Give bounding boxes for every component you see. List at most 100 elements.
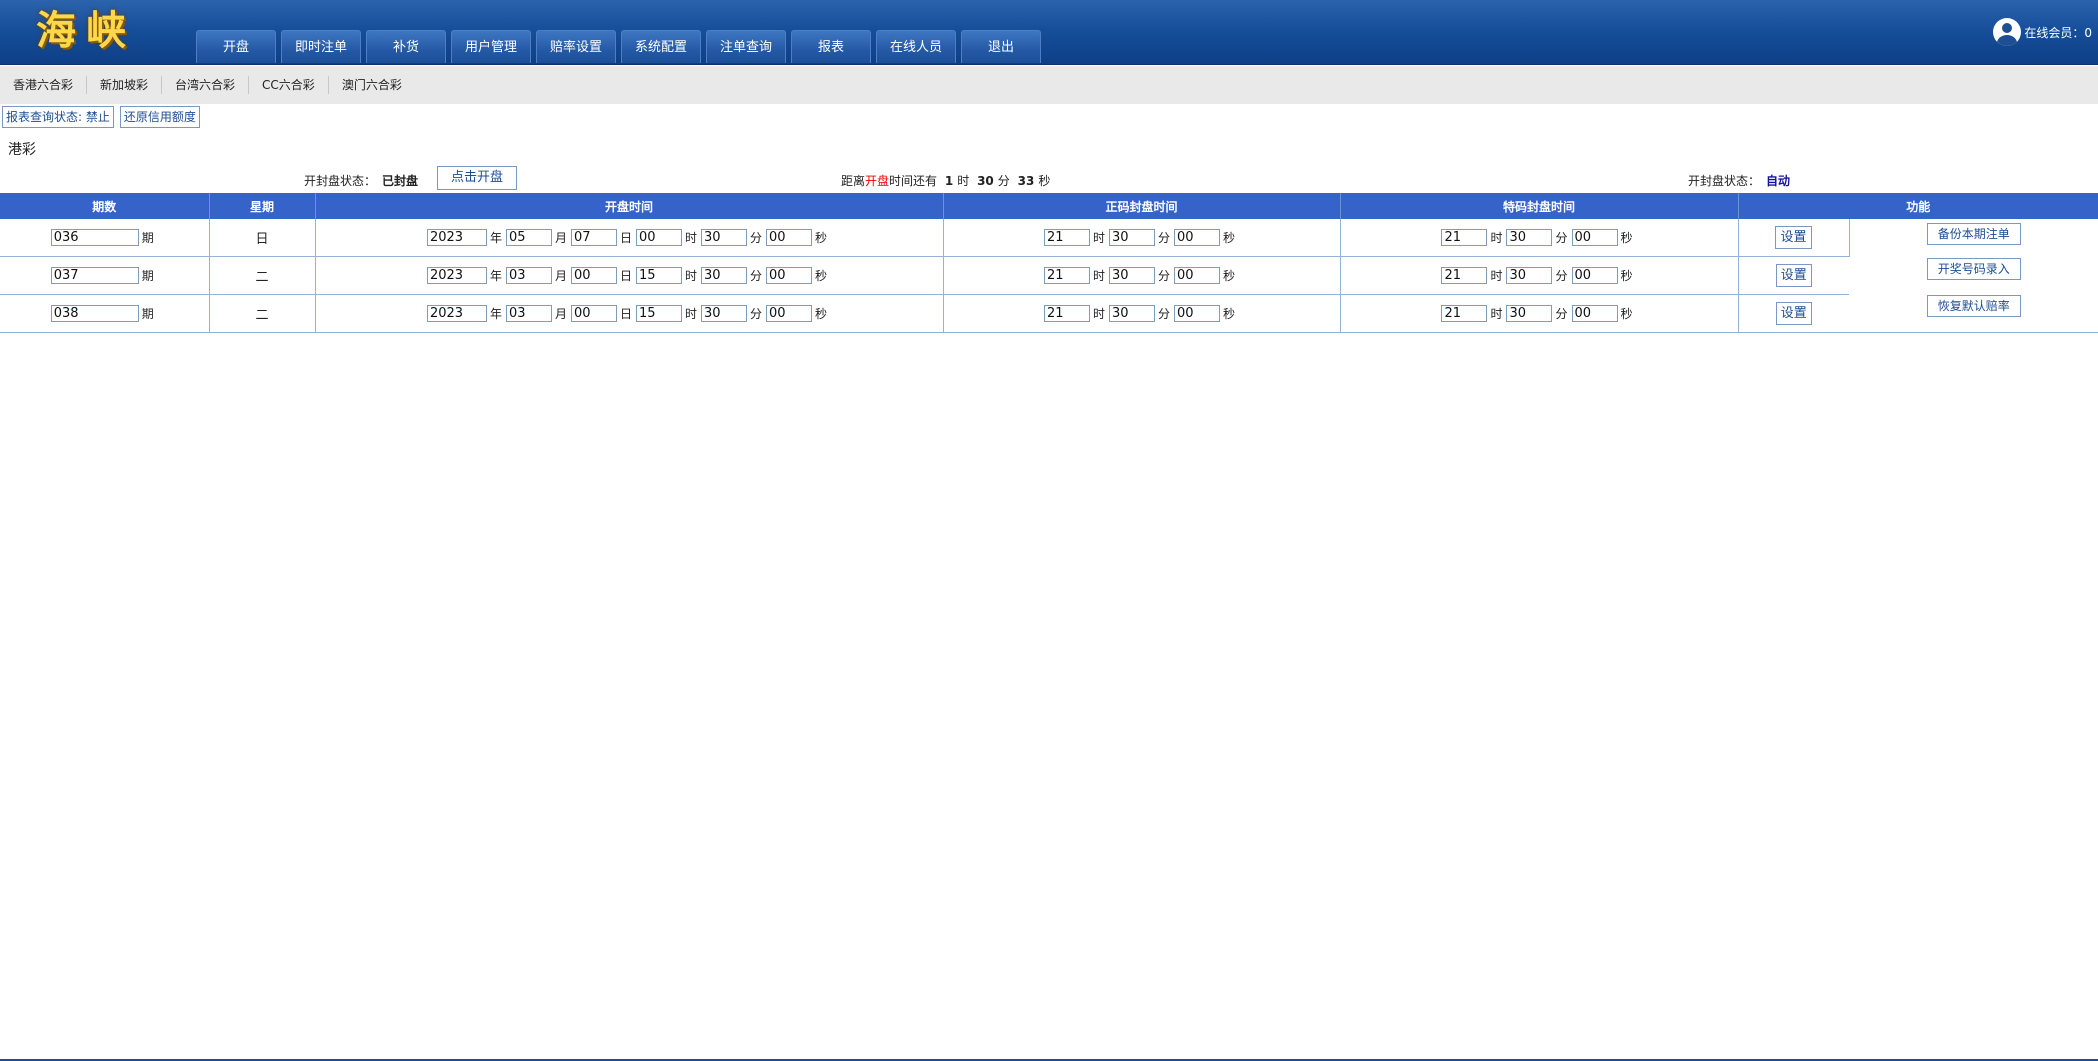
site-logo: 海峡 [36,7,136,54]
nav-logout[interactable]: 退出 [961,30,1041,63]
header-functions: 功能 [1738,193,2098,219]
auto-status: 开封盘状态： 自动 [1688,174,1791,188]
month-input[interactable] [505,305,552,322]
tm-minute-input[interactable] [1506,267,1553,284]
zm-hour-input[interactable] [1043,229,1090,246]
header-tm-close-time: 特码封盘时间 [1340,193,1739,219]
top-header: 海峡 开盘 即时注单 补货 用户管理 赔率设置 系统配置 注单查询 报表 在线人… [0,0,2098,65]
nav-online-users[interactable]: 在线人员 [876,30,956,63]
set-button[interactable]: 设置 [1775,264,1812,287]
nav-live-bets[interactable]: 即时注单 [281,30,361,63]
tm-close-cell: 时分秒 [1340,256,1739,295]
zm-close-cell: 时分秒 [943,294,1341,333]
section-title: 港彩 [8,142,36,158]
year-input[interactable] [426,305,487,322]
nav-system-config[interactable]: 系统配置 [621,30,701,63]
zm-second-input[interactable] [1174,229,1220,246]
table-row: 期 二 年月日时分秒 时分秒 时分秒 设置 [0,256,2098,295]
table-row: 期 日 年月日时分秒 时分秒 时分秒 设置 备份本期注单 开奖号码录入 恢复默认… [0,219,2098,333]
issue-input[interactable] [50,229,139,246]
second-input[interactable] [766,305,813,322]
table-row: 期 二 年月日时分秒 时分秒 时分秒 设置 [0,294,2098,333]
click-open-button[interactable]: 点击开盘 [437,166,517,190]
tm-hour-input[interactable] [1441,229,1488,246]
zm-minute-input[interactable] [1108,267,1155,284]
header-zm-close-time: 正码封盘时间 [943,193,1341,219]
countdown: 距离开盘时间还有 1时 30 分 33 秒 [841,174,1051,188]
nav-replenish[interactable]: 补货 [366,30,446,63]
user-icon [1993,18,2022,46]
lottery-tabs: 香港六合彩 新加坡彩 台湾六合彩 CC六合彩 澳门六合彩 [0,66,2098,104]
tm-hour-input[interactable] [1441,305,1488,322]
weekday-cell: 二 [209,294,316,333]
minute-input[interactable] [701,267,748,284]
restore-credit-button[interactable]: 还原信用额度 [119,106,200,128]
open-status-value: 已封盘 [382,174,419,188]
set-button[interactable]: 设置 [1775,302,1812,325]
month-input[interactable] [505,267,552,284]
tm-minute-input[interactable] [1506,229,1553,246]
tm-second-input[interactable] [1571,229,1618,246]
report-status-button[interactable]: 报表查询状态: 禁止 [2,106,114,128]
tab-macau-mark-six[interactable]: 澳门六合彩 [329,76,415,94]
nav-bet-query[interactable]: 注单查询 [706,30,786,63]
weekday-cell: 二 [209,256,316,295]
tm-second-input[interactable] [1571,305,1618,322]
enter-draw-numbers-button[interactable]: 开奖号码录入 [1926,258,2021,280]
zm-minute-input[interactable] [1108,229,1155,246]
day-input[interactable] [570,229,617,246]
backup-bets-button[interactable]: 备份本期注单 [1926,223,2021,245]
nav-reports[interactable]: 报表 [791,30,871,63]
hour-input[interactable] [636,229,682,246]
minute-input[interactable] [701,305,748,322]
year-input[interactable] [426,229,487,246]
nav-odds-settings[interactable]: 赔率设置 [536,30,616,63]
tm-close-cell: 时分秒 [1340,294,1739,333]
nav-user-management[interactable]: 用户管理 [451,30,531,63]
zm-second-input[interactable] [1174,267,1220,284]
zm-close-cell: 时分秒 [943,256,1341,295]
nav-open[interactable]: 开盘 [196,30,276,63]
tm-close-cell: 时分秒 [1340,219,1739,257]
header-weekday: 星期 [209,193,316,219]
hour-input[interactable] [636,305,682,322]
weekday-cell: 日 [209,219,316,257]
year-input[interactable] [426,267,487,284]
auto-status-value: 自动 [1766,174,1791,188]
tm-minute-input[interactable] [1506,305,1553,322]
second-input[interactable] [766,229,813,246]
issue-input[interactable] [50,305,139,322]
restore-default-odds-button[interactable]: 恢复默认赔率 [1926,295,2021,317]
hour-input[interactable] [636,267,682,284]
second-input[interactable] [766,267,813,284]
zm-hour-input[interactable] [1043,305,1090,322]
day-input[interactable] [570,305,617,322]
day-input[interactable] [570,267,617,284]
tab-hk-mark-six[interactable]: 香港六合彩 [0,76,88,94]
issue-input[interactable] [50,267,139,284]
action-buttons: 报表查询状态: 禁止 还原信用额度 [2,106,200,128]
online-members: 在线会员：0 [1993,18,2092,46]
minute-input[interactable] [701,229,748,246]
set-button[interactable]: 设置 [1775,226,1812,249]
open-time-cell: 年月日时分秒 [315,294,944,333]
zm-second-input[interactable] [1174,305,1220,322]
header-open-time: 开盘时间 [315,193,944,219]
tm-second-input[interactable] [1571,267,1618,284]
tm-hour-input[interactable] [1441,267,1488,284]
zm-minute-input[interactable] [1108,305,1155,322]
online-members-label: 在线会员：0 [2024,25,2092,40]
tab-taiwan-mark-six[interactable]: 台湾六合彩 [162,76,250,94]
open-status: 开封盘状态： 已封盘 [304,174,419,188]
status-row: 开封盘状态： 已封盘 点击开盘 距离开盘时间还有 1时 30 分 33 秒 开封盘状态… [0,166,2098,192]
table-header-row: 期数 星期 开盘时间 正码封盘时间 特码封盘时间 功能 [0,193,2098,219]
schedule-table: 期数 星期 开盘时间 正码封盘时间 特码封盘时间 功能 期 日 年月日时分秒 时… [0,193,2098,333]
open-time-cell: 年月日时分秒 [315,256,944,295]
zm-hour-input[interactable] [1043,267,1090,284]
functions-cell: 备份本期注单 开奖号码录入 恢复默认赔率 [1849,219,2098,333]
tab-singapore[interactable]: 新加坡彩 [87,76,163,94]
month-input[interactable] [505,229,552,246]
zm-close-cell: 时分秒 [943,219,1341,257]
main-nav: 开盘 即时注单 补货 用户管理 赔率设置 系统配置 注单查询 报表 在线人员 退… [196,30,1041,64]
tab-cc-mark-six[interactable]: CC六合彩 [249,76,329,94]
